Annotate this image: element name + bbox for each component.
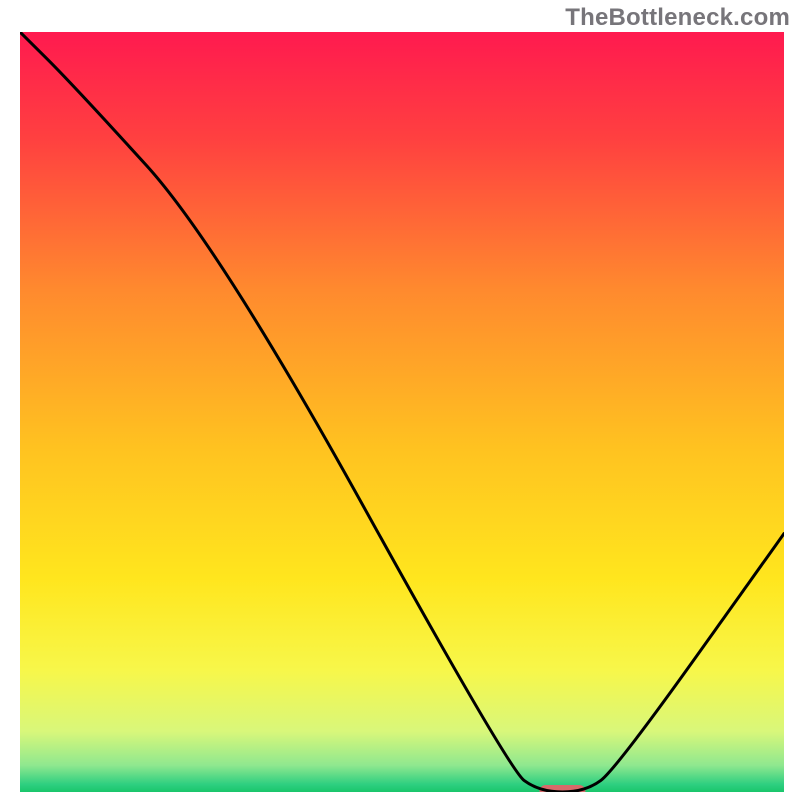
chart-background	[20, 32, 784, 792]
chart-svg	[20, 32, 784, 792]
chart-plot-area	[20, 32, 784, 792]
chart-stage: TheBottleneck.com	[0, 0, 800, 800]
watermark-text: TheBottleneck.com	[565, 4, 790, 32]
